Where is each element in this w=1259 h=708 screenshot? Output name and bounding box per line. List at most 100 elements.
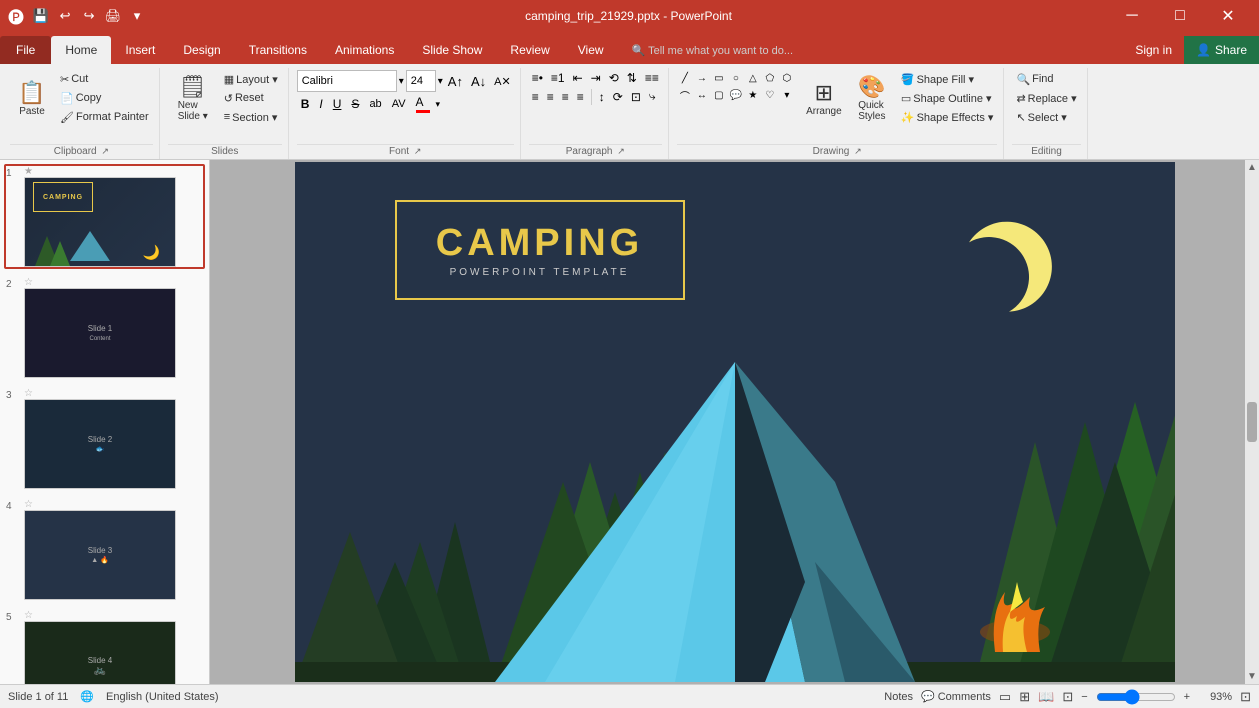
slide-thumb-4[interactable]: 4 ☆ Slide 3▲ 🔥 bbox=[4, 497, 205, 602]
zoom-in-btn[interactable]: + bbox=[1184, 691, 1190, 703]
canvas-area[interactable]: ▲ ▼ bbox=[210, 160, 1259, 684]
close-btn[interactable]: ✕ bbox=[1205, 0, 1251, 32]
arrange-button[interactable]: ⊞ Arrange bbox=[801, 70, 847, 128]
align-left-btn[interactable]: ≡ bbox=[529, 89, 542, 105]
settings-qat-btn[interactable]: ▾ bbox=[126, 5, 148, 27]
fit-slide-btn[interactable]: ⊡ bbox=[1240, 689, 1251, 705]
char-spacing-button[interactable]: AV bbox=[388, 97, 410, 111]
underline-button[interactable]: U bbox=[329, 96, 346, 112]
paste-button[interactable]: 📋 Paste bbox=[10, 70, 54, 128]
find-button[interactable]: 🔍 Find bbox=[1012, 70, 1080, 88]
italic-button[interactable]: I bbox=[315, 96, 326, 112]
circle-shape-btn[interactable]: ○ bbox=[728, 70, 744, 86]
strikethrough-button[interactable]: S bbox=[347, 96, 363, 112]
scroll-down-btn[interactable]: ▼ bbox=[1247, 671, 1257, 682]
reading-view-btn[interactable]: 📖 bbox=[1038, 689, 1054, 705]
comments-button[interactable]: 💬 Comments bbox=[921, 690, 991, 703]
tab-insert[interactable]: Insert bbox=[111, 36, 169, 64]
slide-thumb-3[interactable]: 3 ☆ Slide 2🐟 bbox=[4, 386, 205, 491]
tab-animations[interactable]: Animations bbox=[321, 36, 408, 64]
normal-view-btn[interactable]: ▭ bbox=[999, 689, 1011, 705]
replace-button[interactable]: ⇄ Replace ▾ bbox=[1012, 89, 1080, 107]
hexagon-shape-btn[interactable]: ⬡ bbox=[779, 70, 795, 86]
tab-transitions[interactable]: Transitions bbox=[235, 36, 321, 64]
layout-button[interactable]: ▦ Layout ▾ bbox=[220, 70, 282, 88]
line-shape-btn[interactable]: ╱ bbox=[677, 70, 693, 86]
tab-review[interactable]: Review bbox=[496, 36, 563, 64]
outline-view-btn[interactable]: ⊞ bbox=[1019, 689, 1030, 705]
bullets-button[interactable]: ≡• bbox=[529, 70, 546, 86]
copy-button[interactable]: 📄 Copy bbox=[56, 89, 153, 107]
rounded-rect-btn[interactable]: ▢ bbox=[711, 87, 727, 103]
reset-button[interactable]: ↺ Reset bbox=[220, 89, 282, 107]
align-right-btn[interactable]: ≡ bbox=[559, 89, 572, 105]
triangle-shape-btn[interactable]: △ bbox=[745, 70, 761, 86]
para-expand-icon[interactable]: ↗ bbox=[617, 146, 625, 156]
select-button[interactable]: ↖ Select ▾ bbox=[1012, 108, 1080, 126]
tab-view[interactable]: View bbox=[564, 36, 618, 64]
font-name-dropdown-icon[interactable]: ▾ bbox=[399, 76, 404, 87]
redo-qat-btn[interactable]: ↪ bbox=[78, 5, 100, 27]
font-name-input[interactable] bbox=[297, 70, 397, 92]
drawing-expand-icon[interactable]: ↗ bbox=[854, 146, 862, 156]
bold-button[interactable]: B bbox=[297, 96, 314, 112]
increase-font-btn[interactable]: A↑ bbox=[445, 73, 466, 90]
smart-art-btn[interactable]: ⟲ bbox=[606, 70, 622, 86]
rect-shape-btn[interactable]: ▭ bbox=[711, 70, 727, 86]
share-button[interactable]: 👤 Share bbox=[1184, 36, 1259, 64]
slide-title-box[interactable]: CAMPING POWERPOINT TEMPLATE bbox=[395, 200, 685, 300]
maximize-btn[interactable]: □ bbox=[1157, 0, 1203, 32]
quick-styles-button[interactable]: 🎨 QuickStyles bbox=[849, 70, 895, 128]
presenter-view-btn[interactable]: ⊡ bbox=[1062, 689, 1073, 705]
decrease-font-btn[interactable]: A↓ bbox=[468, 73, 489, 90]
arrow-shape-btn[interactable]: → bbox=[694, 70, 710, 86]
callout-btn[interactable]: 💬 bbox=[728, 87, 744, 103]
justify-btn[interactable]: ≡ bbox=[574, 89, 587, 105]
slide-thumb-5[interactable]: 5 ☆ Slide 4🚲 bbox=[4, 608, 205, 684]
tab-home[interactable]: Home bbox=[51, 36, 111, 64]
print-qat-btn[interactable]: 🖨 bbox=[102, 5, 124, 27]
font-color-dropdown-icon[interactable]: ▾ bbox=[436, 99, 441, 110]
zoom-level[interactable]: 93% bbox=[1198, 691, 1232, 703]
undo-qat-btn[interactable]: ↩ bbox=[54, 5, 76, 27]
more-shapes-btn[interactable]: ▾ bbox=[779, 87, 795, 103]
increase-indent-btn[interactable]: ⇥ bbox=[588, 70, 604, 86]
tab-slideshow[interactable]: Slide Show bbox=[408, 36, 496, 64]
convert-smartart-btn[interactable]: ⤷ bbox=[646, 88, 659, 105]
font-expand-icon[interactable]: ↗ bbox=[414, 146, 422, 156]
section-button[interactable]: ≡ Section ▾ bbox=[220, 108, 282, 126]
clipboard-expand-icon[interactable]: ↗ bbox=[101, 146, 109, 156]
zoom-slider[interactable] bbox=[1096, 689, 1176, 705]
numbering-button[interactable]: ≡1 bbox=[548, 70, 568, 86]
columns-btn[interactable]: ≡≡ bbox=[642, 70, 662, 86]
double-arrow-btn[interactable]: ↔ bbox=[694, 87, 710, 103]
shape-outline-button[interactable]: ▭ Shape Outline ▾ bbox=[897, 89, 998, 107]
tab-file[interactable]: File bbox=[0, 36, 51, 64]
cut-button[interactable]: ✂ Cut bbox=[56, 70, 153, 88]
text-direction-btn[interactable]: ⟳ bbox=[610, 89, 626, 105]
scroll-thumb[interactable] bbox=[1247, 402, 1257, 442]
pentagon-shape-btn[interactable]: ⬠ bbox=[762, 70, 778, 86]
direction-btn[interactable]: ⇅ bbox=[624, 70, 640, 86]
align-center-btn[interactable]: ≡ bbox=[544, 89, 557, 105]
vertical-scrollbar[interactable]: ▲ ▼ bbox=[1245, 160, 1259, 684]
slide-thumb-2[interactable]: 2 ☆ Slide 1Content bbox=[4, 275, 205, 380]
minimize-btn[interactable]: ─ bbox=[1109, 0, 1155, 32]
shadow-button[interactable]: ab bbox=[365, 97, 385, 111]
clear-format-btn[interactable]: A✕ bbox=[491, 74, 514, 89]
font-size-input[interactable] bbox=[406, 70, 436, 92]
slide-canvas[interactable]: CAMPING POWERPOINT TEMPLATE bbox=[295, 162, 1175, 682]
heart-btn[interactable]: ♡ bbox=[762, 87, 778, 103]
format-painter-button[interactable]: 🖌 Format Painter bbox=[56, 108, 153, 126]
notes-button[interactable]: Notes bbox=[884, 691, 913, 703]
new-slide-button[interactable]: 🗒 NewSlide ▾ bbox=[168, 70, 218, 128]
zoom-out-btn[interactable]: − bbox=[1081, 691, 1087, 703]
save-qat-btn[interactable]: 💾 bbox=[30, 5, 52, 27]
line-spacing-btn[interactable]: ↕ bbox=[596, 89, 608, 105]
tab-help[interactable]: 🔍 Tell me what you want to do... bbox=[618, 36, 807, 64]
tab-design[interactable]: Design bbox=[169, 36, 234, 64]
align-text-btn[interactable]: ⊡ bbox=[628, 89, 644, 105]
shape-fill-button[interactable]: 🪣 Shape Fill ▾ bbox=[897, 70, 998, 88]
scroll-up-btn[interactable]: ▲ bbox=[1247, 162, 1257, 173]
sign-in-button[interactable]: Sign in bbox=[1123, 36, 1184, 64]
